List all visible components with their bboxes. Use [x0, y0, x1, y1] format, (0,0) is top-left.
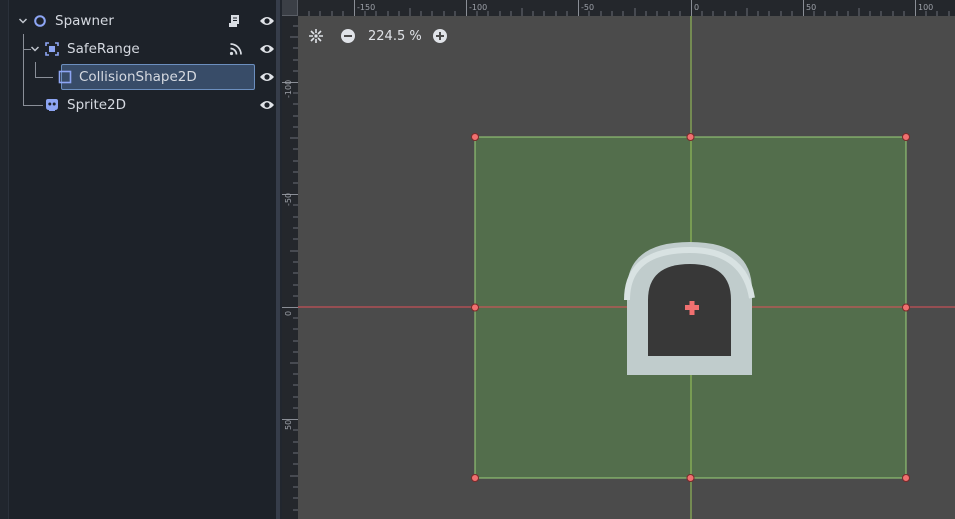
- eye-icon[interactable]: [259, 71, 275, 83]
- zoom-level-button[interactable]: 224.5 %: [368, 29, 422, 44]
- area2d-icon: [45, 42, 59, 56]
- zoom-in-icon[interactable]: [430, 26, 450, 46]
- ruler-tick-label: -100: [469, 3, 488, 12]
- collision-shape-icon: [58, 70, 72, 84]
- tree-node-label: Sprite2D: [67, 97, 127, 113]
- resize-handle: [686, 474, 695, 482]
- tree-node-sprite2d[interactable]: Sprite2D: [9, 92, 279, 118]
- ruler-tick-label: -100: [284, 79, 293, 98]
- sprite2d-icon: [46, 99, 58, 111]
- ruler-corner[interactable]: [282, 0, 298, 16]
- canvas-viewport[interactable]: -150 -100 -50 0 50 100 -100 -50 0 50 224…: [282, 0, 955, 519]
- tree-node-spawner[interactable]: Spawner: [9, 8, 279, 34]
- center-view-icon[interactable]: [306, 26, 326, 46]
- script-icon[interactable]: [227, 14, 241, 28]
- resize-handle: [471, 303, 479, 312]
- zoom-out-icon[interactable]: [338, 26, 358, 46]
- scene-tree-panel: Spawner SafeRange CollisionShape2D Sprit…: [0, 0, 278, 519]
- eye-icon[interactable]: [259, 43, 275, 55]
- ruler-tick-label: 50: [284, 419, 293, 430]
- ruler-tick-label: -50: [284, 192, 293, 206]
- tree-node-collisionshape2d[interactable]: CollisionShape2D: [9, 64, 279, 90]
- resize-handle: [902, 133, 910, 141]
- signal-icon[interactable]: [229, 42, 243, 56]
- resize-handle: [902, 303, 910, 312]
- ruler-tick-label: 0: [694, 3, 700, 12]
- ruler-tick-label: 100: [918, 3, 934, 12]
- chevron-down-icon[interactable]: [18, 16, 28, 26]
- scene-tree: Spawner SafeRange CollisionShape2D Sprit…: [8, 0, 276, 519]
- canvas-drawing[interactable]: [282, 0, 955, 519]
- ruler-tick-label: 0: [284, 310, 293, 316]
- tree-node-label: CollisionShape2D: [79, 69, 197, 85]
- tree-node-label: SafeRange: [67, 41, 140, 57]
- ruler-tick-label: -50: [581, 3, 595, 12]
- ruler-tick-label: 50: [806, 3, 817, 12]
- chevron-down-icon[interactable]: [30, 44, 40, 54]
- resize-handle: [471, 474, 479, 482]
- tree-node-saferange[interactable]: SafeRange: [9, 36, 279, 62]
- ruler-vertical[interactable]: -100 -50 0 50: [282, 16, 298, 519]
- resize-handle: [471, 133, 479, 141]
- resize-handle: [902, 474, 910, 482]
- node2d-icon: [34, 15, 46, 27]
- eye-icon[interactable]: [259, 15, 275, 27]
- eye-icon[interactable]: [259, 99, 275, 111]
- tree-node-label: Spawner: [55, 13, 114, 29]
- ruler-horizontal[interactable]: -150 -100 -50 0 50 100: [298, 0, 955, 16]
- ruler-tick-label: -150: [357, 3, 376, 12]
- resize-handle: [686, 133, 695, 141]
